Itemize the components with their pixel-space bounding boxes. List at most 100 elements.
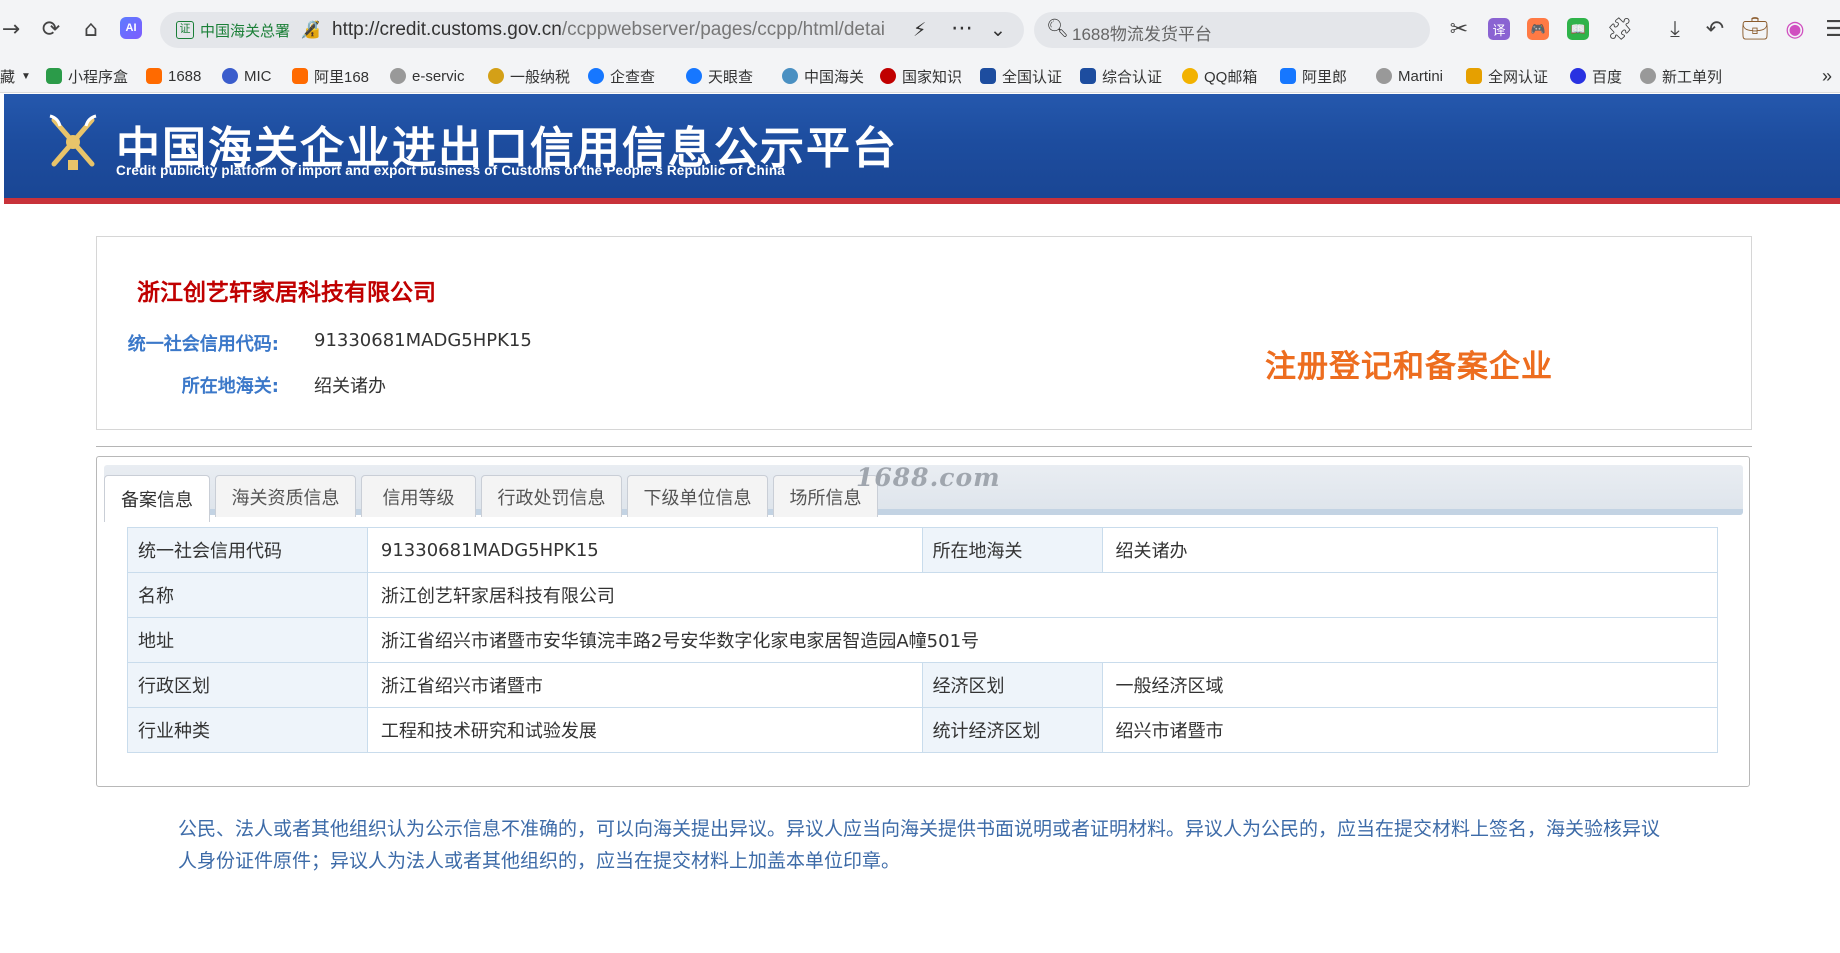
url-path: /ccppwebserver/pages/ccpp/html/detai xyxy=(561,19,886,40)
bookmark-favicon xyxy=(782,68,798,84)
bookmark-label: 综合认证 xyxy=(1102,68,1163,86)
url-field[interactable]: http://credit.customs.gov.cn/ccppwebserv… xyxy=(332,19,932,41)
lightning-icon[interactable]: ⚡ xyxy=(913,19,926,41)
more-options-icon[interactable]: ⋯ xyxy=(951,16,973,41)
home-icon[interactable]: ⌂ xyxy=(76,14,106,44)
tab-filing-info[interactable]: 备案信息 xyxy=(104,475,210,522)
table-cell-label: 行业种类 xyxy=(127,707,368,753)
bookmark-favicon xyxy=(1466,68,1482,84)
url-host: http://credit.customs.gov.cn xyxy=(332,19,562,40)
company-summary-card: 浙江创艺轩家居科技有限公司 统一社会信用代码: 91330681MADG5HPK… xyxy=(96,236,1752,430)
tab-administrative-penalty[interactable]: 行政处罚信息 xyxy=(481,475,622,517)
profile-icon[interactable]: ◉ xyxy=(1780,14,1810,44)
table-cell-value: 绍兴市诸暨市 xyxy=(1101,707,1718,753)
bookmark-label: MIC xyxy=(244,67,272,85)
globe-icon xyxy=(1640,68,1656,84)
bookmark-item[interactable]: 全国认证 xyxy=(980,65,1062,87)
address-bar[interactable]: 证 中国海关总署 🔏 http://credit.customs.gov.cn/… xyxy=(160,12,1024,48)
book-icon[interactable]: 📖 xyxy=(1567,18,1589,40)
bookmark-item[interactable]: MIC xyxy=(222,65,272,87)
bookmark-favicon xyxy=(880,68,896,84)
table-row: 统一社会信用代码 91330681MADG5HPK15 所在地海关 绍关诸办 xyxy=(127,527,1718,573)
undo-icon[interactable]: ↶ xyxy=(1700,14,1730,44)
objection-notice: 公民、法人或者其他组织认为公示信息不准确的，可以向海关提出异议。异议人应当向海关… xyxy=(178,818,1661,872)
bookmarks-overflow-icon[interactable]: » xyxy=(1822,65,1832,87)
bookmark-item[interactable]: 阿里郎 xyxy=(1280,65,1347,87)
bookmark-item[interactable]: 一般纳税 xyxy=(488,65,570,87)
bookmark-item[interactable]: 国家知识 xyxy=(880,65,962,87)
table-row: 行业种类 工程和技术研究和试验发展 统计经济区划 绍兴市诸暨市 xyxy=(127,707,1718,753)
customs-office-value: 绍关诸办 xyxy=(314,376,386,397)
registration-status-stamp: 注册登记和备案企业 xyxy=(1265,349,1553,385)
table-cell-label: 统一社会信用代码 xyxy=(127,527,368,573)
translate-icon[interactable]: 译 xyxy=(1488,18,1510,40)
table-cell-value: 浙江省绍兴市诸暨市 xyxy=(366,662,923,708)
search-box[interactable]: 🔍︎ 1688物流发货平台 xyxy=(1034,12,1430,48)
scissors-icon[interactable]: ✂ xyxy=(1444,14,1474,44)
extensions-puzzle-icon[interactable]: 🧩︎ xyxy=(1605,14,1635,44)
filing-details-table: 统一社会信用代码 91330681MADG5HPK15 所在地海关 绍关诸办 名… xyxy=(127,527,1719,753)
table-cell-label: 地址 xyxy=(127,617,368,663)
bookmark-item[interactable]: 全网认证 xyxy=(1466,65,1548,87)
table-cell-label: 名称 xyxy=(127,572,368,618)
site-banner: 中国海关企业进出口信用信息公示平台 Credit publicity platf… xyxy=(4,94,1840,204)
bookmark-item[interactable]: 企查查 xyxy=(588,65,655,87)
bookmark-label: 企查查 xyxy=(610,68,656,86)
bookmark-label: 1688 xyxy=(168,67,202,85)
customs-emblem-icon xyxy=(49,114,97,170)
bookmark-label: 一般纳税 xyxy=(510,68,571,86)
tab-customs-qualification[interactable]: 海关资质信息 xyxy=(215,475,356,517)
bookmark-item[interactable]: 1688 xyxy=(146,65,201,87)
table-cell-value: 91330681MADG5HPK15 xyxy=(366,527,923,573)
table-cell-label: 所在地海关 xyxy=(921,527,1103,573)
menu-icon[interactable]: ☰ xyxy=(1820,14,1840,44)
browser-toolbar: → ⟳ ⌂ AI 证 中国海关总署 🔏 http://credit.custom… xyxy=(0,0,1840,59)
globe-icon xyxy=(390,68,406,84)
tab-subordinate-units[interactable]: 下级单位信息 xyxy=(627,475,768,517)
table-row: 行政区划 浙江省绍兴市诸暨市 经济区划 一般经济区域 xyxy=(127,662,1718,708)
bookmark-favicon xyxy=(980,68,996,84)
bookmark-favicon xyxy=(588,68,604,84)
customs-office-label: 所在地海关: xyxy=(181,376,279,397)
bookmark-item[interactable]: 天眼查 xyxy=(686,65,753,87)
credit-code-label: 统一社会信用代码: xyxy=(127,334,279,355)
search-input[interactable]: 1688物流发货平台 xyxy=(1072,20,1212,45)
bookmark-label: 天眼查 xyxy=(708,68,754,86)
globe-icon xyxy=(1376,68,1392,84)
bookmark-favicon xyxy=(1280,68,1296,84)
table-cell-value: 绍关诸办 xyxy=(1101,527,1718,573)
search-icon: 🔍︎ xyxy=(1046,18,1069,39)
table-row: 名称 浙江创艺轩家居科技有限公司 xyxy=(127,572,1719,618)
bookmark-label: QQ邮箱 xyxy=(1204,68,1258,86)
bookmark-label: 新工单列 xyxy=(1662,68,1723,86)
table-cell-value: 工程和技术研究和试验发展 xyxy=(366,707,923,753)
not-secure-icon[interactable]: 🔏 xyxy=(300,20,321,40)
reload-icon[interactable]: ⟳ xyxy=(36,14,66,44)
banner-subtitle: Credit publicity platform of import and … xyxy=(116,163,786,178)
bookmark-item[interactable]: QQ邮箱 xyxy=(1182,65,1257,87)
table-cell-value: 浙江省绍兴市诸暨市安华镇浣丰路2号安华数字化家电家居智造园A幢501号 xyxy=(366,617,1719,663)
bookmark-item[interactable]: 百度 xyxy=(1570,65,1622,87)
download-icon[interactable]: ⤓ xyxy=(1660,14,1690,44)
site-identity-chip[interactable]: 证 中国海关总署 xyxy=(170,18,298,42)
bookmark-item[interactable]: 中国海关 xyxy=(782,65,864,87)
bookmark-item[interactable]: 综合认证 xyxy=(1080,65,1162,87)
game-icon[interactable]: 🎮 xyxy=(1527,18,1549,40)
tab-credit-rating[interactable]: 信用等级 xyxy=(361,475,476,517)
bookmark-item[interactable]: 小程序盒 xyxy=(46,65,128,87)
bookmark-folder[interactable]: 藏 ▼ xyxy=(0,65,31,87)
bookmark-item[interactable]: e-servic xyxy=(390,65,465,87)
bookmark-item[interactable]: Martini xyxy=(1376,65,1443,87)
bookmarks-bar: 藏 ▼ 小程序盒 1688 MIC 阿里168 e-servic 一般纳税 企查查… xyxy=(0,59,1840,93)
ai-assistant-icon[interactable]: AI xyxy=(120,17,142,39)
chevron-down-icon[interactable]: ⌄ xyxy=(990,19,1006,41)
forward-icon[interactable]: → xyxy=(0,14,26,44)
bookmark-label: 全网认证 xyxy=(1488,68,1549,86)
bookmark-item[interactable]: 新工单列 xyxy=(1640,65,1722,87)
bookmark-label: 阿里郎 xyxy=(1302,68,1348,86)
briefcase-icon[interactable]: 💼︎ xyxy=(1740,14,1770,44)
bookmark-item[interactable]: 阿里168 xyxy=(292,65,369,87)
bookmark-favicon xyxy=(1080,68,1096,84)
table-cell-value: 一般经济区域 xyxy=(1101,662,1718,708)
bookmark-favicon xyxy=(46,68,62,84)
